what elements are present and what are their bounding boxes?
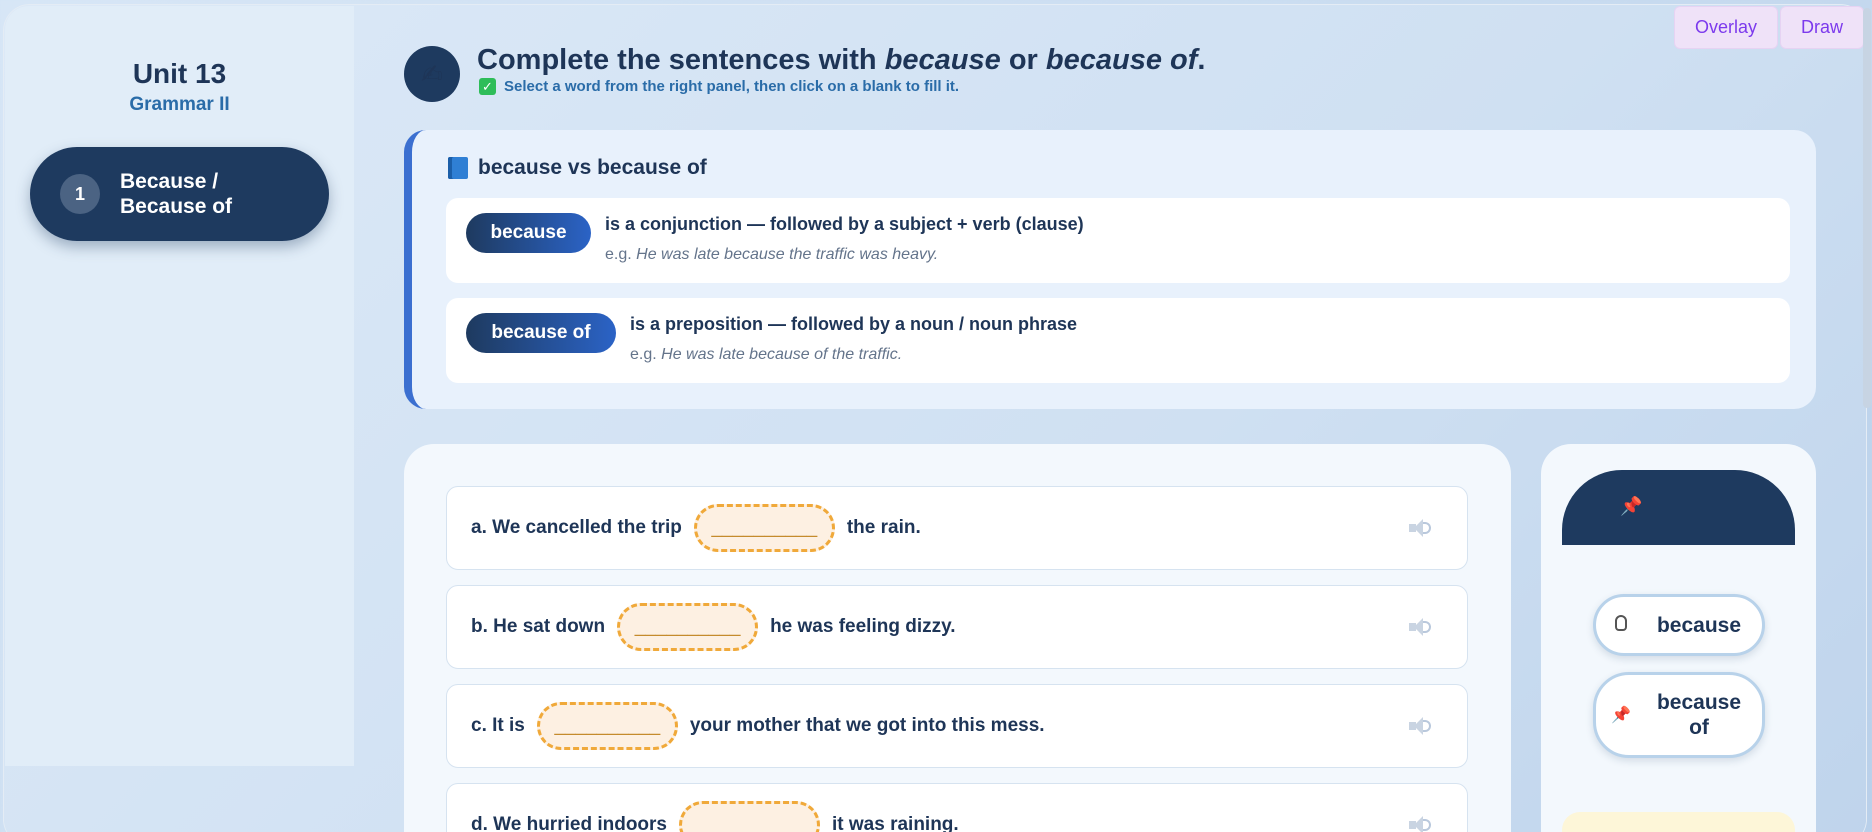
sidebar: Unit 13 Grammar II 1 Because / Because o… xyxy=(5,6,354,766)
answer-blank[interactable]: __________ xyxy=(536,702,678,750)
question-text-before: d. We hurried indoors xyxy=(471,814,667,832)
page-title: Complete the sentences with because or b… xyxy=(477,44,1206,76)
word-option-because[interactable]: because xyxy=(1593,594,1765,656)
word-option-label: because xyxy=(1656,613,1742,637)
question-row: d. We hurried indoors __________ it was … xyxy=(446,783,1468,832)
word-bank-footer xyxy=(1562,812,1795,832)
lesson-number-badge: 1 xyxy=(60,174,100,214)
book-icon xyxy=(448,157,468,179)
rule-example: e.g. He was late because of the traffic. xyxy=(630,346,903,363)
scrollbar[interactable] xyxy=(1862,0,1872,832)
question-text-after: the rain. xyxy=(846,517,921,538)
question-text-before: c. It is xyxy=(471,715,525,736)
word-option-because-of[interactable]: 📌 because of xyxy=(1593,672,1765,758)
pointing-hand-icon xyxy=(1596,614,1646,636)
rule-description: is a conjunction — followed by a subject… xyxy=(605,214,1084,234)
question-text-before: b. He sat down xyxy=(471,616,606,637)
info-card-title: because vs because of xyxy=(448,156,707,180)
question-text-before: a. We cancelled the trip xyxy=(471,517,682,538)
unit-subtitle: Grammar II xyxy=(129,94,230,115)
sidebar-item-because[interactable]: 1 Because / Because of xyxy=(30,147,329,241)
writing-hand-icon: ✍ xyxy=(404,46,460,102)
answer-blank[interactable]: __________ xyxy=(617,603,759,651)
scrollbar-thumb[interactable] xyxy=(1863,8,1871,408)
answer-blank[interactable]: __________ xyxy=(679,801,820,832)
top-toolbar: Overlay Draw xyxy=(1673,6,1864,49)
overlay-button[interactable]: Overlay xyxy=(1673,6,1778,49)
rule-card-because-of: because of is a preposition — followed b… xyxy=(446,298,1790,383)
speaker-icon[interactable] xyxy=(1409,618,1431,636)
instruction-text: ✓ Select a word from the right panel, th… xyxy=(479,78,959,95)
word-bank-header: 📌 xyxy=(1562,470,1795,545)
draw-button[interactable]: Draw xyxy=(1779,6,1864,49)
grammar-info-card: because vs because of because is a conju… xyxy=(404,130,1816,409)
sidebar-item-label: Because / Because of xyxy=(120,170,233,218)
question-row: b. He sat down __________ he was feeling… xyxy=(446,585,1468,669)
question-row: c. It is __________ your mother that we … xyxy=(446,684,1468,768)
question-text-after: he was feeling dizzy. xyxy=(770,616,956,637)
question-text-after: it was raining. xyxy=(832,814,959,832)
word-option-label: because of xyxy=(1656,691,1742,739)
pushpin-icon: 📌 xyxy=(1611,707,1631,724)
rule-description: is a preposition — followed by a noun / … xyxy=(630,314,1078,334)
word-bank-panel: 📌 because 📌 because of xyxy=(1541,444,1816,832)
question-text-after: your mother that we got into this mess. xyxy=(689,715,1045,736)
rule-example: e.g. He was late because the traffic was… xyxy=(605,246,939,263)
speaker-icon[interactable] xyxy=(1409,519,1431,537)
term-badge: because xyxy=(466,213,591,253)
pushpin-icon: 📌 xyxy=(1620,496,1643,516)
question-row: a. We cancelled the trip __________ the … xyxy=(446,486,1468,570)
checkmark-icon: ✓ xyxy=(479,78,496,95)
speaker-icon[interactable] xyxy=(1409,717,1431,735)
unit-title: Unit 13 xyxy=(132,58,227,89)
exercise-panel: a. We cancelled the trip __________ the … xyxy=(404,444,1511,832)
rule-card-because: because is a conjunction — followed by a… xyxy=(446,198,1790,283)
answer-blank[interactable]: __________ xyxy=(693,504,835,552)
term-badge: because of xyxy=(466,313,616,353)
speaker-icon[interactable] xyxy=(1409,816,1431,832)
